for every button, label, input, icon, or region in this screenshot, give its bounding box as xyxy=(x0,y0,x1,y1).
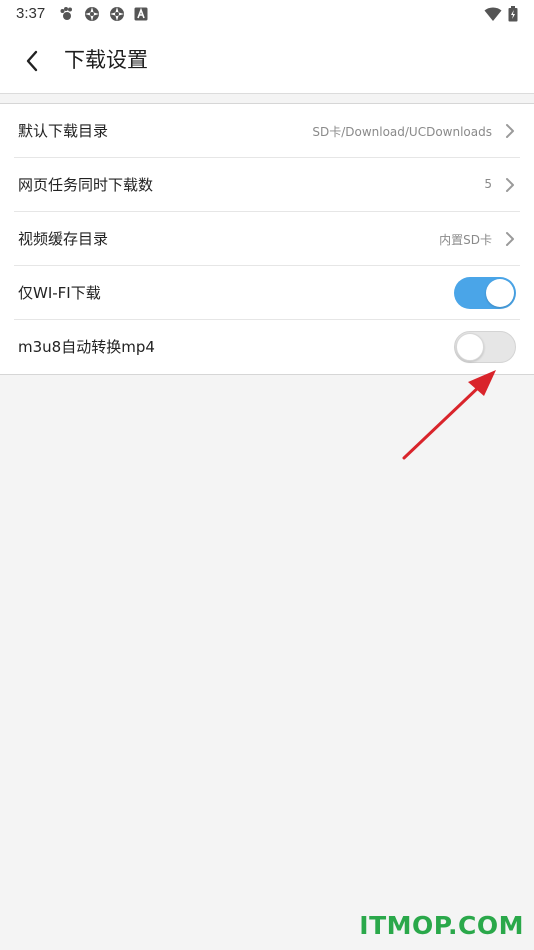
gear-icon xyxy=(85,7,99,21)
setting-label: 视频缓存目录 xyxy=(18,230,109,248)
wifi-only-toggle[interactable] xyxy=(454,277,516,309)
setting-value: 内置SD卡 xyxy=(439,233,492,247)
gear-icon xyxy=(110,7,124,21)
toggle-knob xyxy=(486,279,514,307)
setting-value: SD卡/Download/UCDownloads xyxy=(312,125,492,139)
setting-concurrent-downloads[interactable]: 网页任务同时下载数 5 xyxy=(0,158,534,212)
setting-label: m3u8自动转换mp4 xyxy=(18,338,155,356)
status-bar: 3:37 xyxy=(0,0,534,28)
a-box-icon xyxy=(134,7,148,21)
chevron-right-icon xyxy=(506,232,514,246)
watermark: ITMOP.COM xyxy=(359,911,524,940)
m3u8-to-mp4-toggle[interactable] xyxy=(454,331,516,363)
setting-default-download-dir[interactable]: 默认下载目录 SD卡/Download/UCDownloads xyxy=(0,104,534,158)
header: 下载设置 xyxy=(0,28,534,94)
setting-video-cache-dir[interactable]: 视频缓存目录 内置SD卡 xyxy=(0,212,534,266)
setting-value: 5 xyxy=(484,177,492,191)
setting-label: 仅WI-FI下载 xyxy=(18,284,101,302)
paw-icon xyxy=(60,7,72,20)
page-title: 下载设置 xyxy=(64,48,148,72)
setting-wifi-only: 仅WI-FI下载 xyxy=(0,266,534,320)
chevron-left-icon xyxy=(26,50,38,72)
setting-label: 网页任务同时下载数 xyxy=(18,176,154,194)
wifi-icon xyxy=(484,7,502,21)
status-time: 3:37 xyxy=(16,5,46,22)
annotation-arrow-icon xyxy=(402,370,496,460)
setting-label: 默认下载目录 xyxy=(18,122,109,140)
toggle-knob xyxy=(456,333,484,361)
screen: 3:37 下载设置 默认下载目录 SD卡/Download/UCDownload… xyxy=(0,0,534,950)
back-button[interactable] xyxy=(18,46,46,76)
battery-icon xyxy=(508,6,518,22)
chevron-right-icon xyxy=(506,124,514,138)
chevron-right-icon xyxy=(506,178,514,192)
settings-list: 默认下载目录 SD卡/Download/UCDownloads 网页任务同时下载… xyxy=(0,103,534,375)
